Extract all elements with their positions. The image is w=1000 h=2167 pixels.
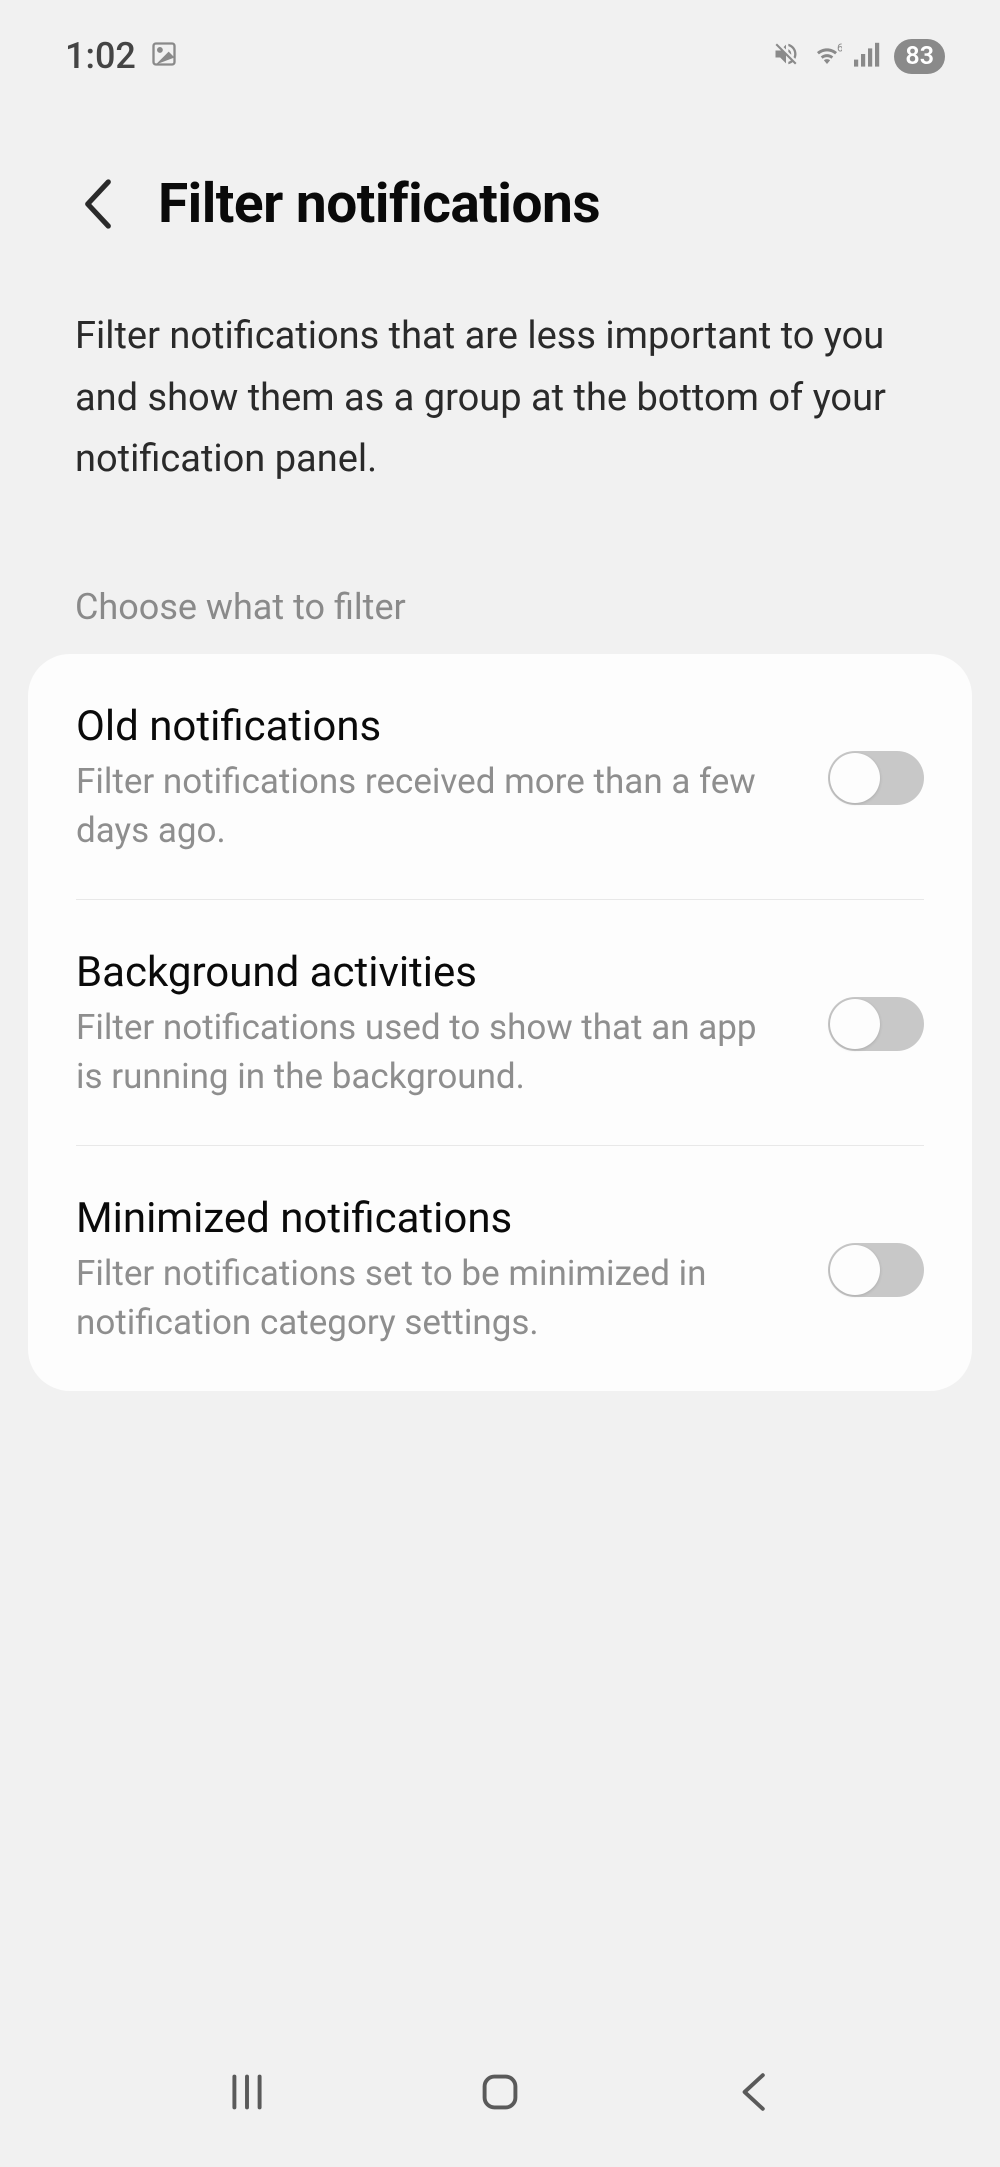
option-description: Filter notifications set to be minimized… xyxy=(76,1249,788,1347)
filter-options-card: Old notifications Filter notifications r… xyxy=(28,654,972,1391)
svg-text:6: 6 xyxy=(837,42,842,55)
option-background-activities[interactable]: Background activities Filter notificatio… xyxy=(76,899,924,1145)
status-right: 6 83 xyxy=(772,39,945,74)
status-bar: 1:02 6 xyxy=(0,0,1000,112)
image-icon xyxy=(150,40,178,72)
option-description: Filter notifications used to show that a… xyxy=(76,1003,788,1101)
toggle-minimized-notifications[interactable] xyxy=(828,1243,924,1297)
toggle-knob xyxy=(830,753,880,803)
status-left: 1:02 xyxy=(65,35,178,77)
option-title: Minimized notifications xyxy=(76,1194,788,1243)
option-title: Old notifications xyxy=(76,702,788,751)
page-title: Filter notifications xyxy=(158,172,600,236)
option-title: Background activities xyxy=(76,948,788,997)
section-header: Choose what to filter xyxy=(0,491,1000,654)
option-description: Filter notifications received more than … xyxy=(76,757,788,855)
nav-back-button[interactable] xyxy=(723,2067,783,2117)
recents-button[interactable] xyxy=(217,2067,277,2117)
signal-icon xyxy=(854,41,882,71)
navigation-bar xyxy=(0,2037,1000,2167)
toggle-knob xyxy=(830,999,880,1049)
option-old-notifications[interactable]: Old notifications Filter notifications r… xyxy=(76,654,924,899)
back-button[interactable] xyxy=(80,178,116,230)
option-text: Background activities Filter notificatio… xyxy=(76,948,788,1101)
mute-icon xyxy=(772,40,800,72)
battery-level: 83 xyxy=(894,39,945,74)
toggle-old-notifications[interactable] xyxy=(828,751,924,805)
toggle-background-activities[interactable] xyxy=(828,997,924,1051)
option-minimized-notifications[interactable]: Minimized notifications Filter notificat… xyxy=(76,1145,924,1391)
option-text: Minimized notifications Filter notificat… xyxy=(76,1194,788,1347)
page-description: Filter notifications that are less impor… xyxy=(0,266,1000,491)
option-text: Old notifications Filter notifications r… xyxy=(76,702,788,855)
wifi-icon: 6 xyxy=(812,41,842,71)
clock-time: 1:02 xyxy=(65,35,136,77)
home-button[interactable] xyxy=(470,2067,530,2117)
toggle-knob xyxy=(830,1245,880,1295)
page-header: Filter notifications xyxy=(0,112,1000,266)
